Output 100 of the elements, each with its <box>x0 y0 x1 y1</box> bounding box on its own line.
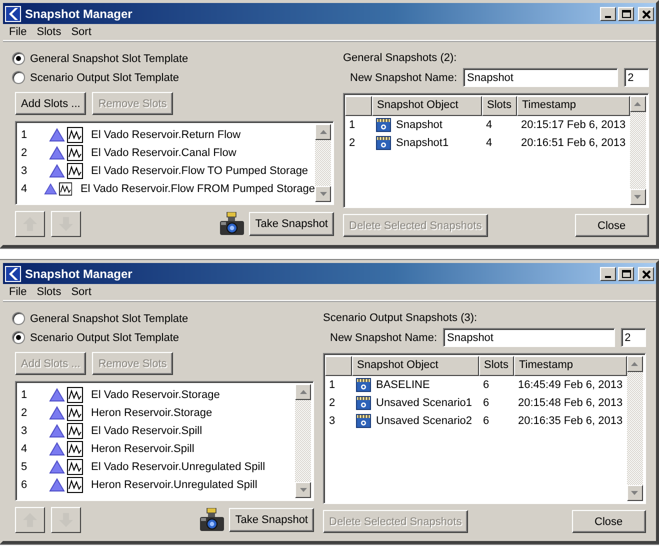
snapshot-icon <box>356 396 371 410</box>
snapshot-icon <box>356 378 371 392</box>
triangle-icon <box>49 424 65 438</box>
section-heading: General Snapshots (2): <box>343 51 458 66</box>
scrollbar[interactable] <box>626 356 643 501</box>
table-cell-text: 20:15:17 Feb 6, 2013 <box>520 119 627 131</box>
triangle-icon <box>49 478 65 492</box>
row-number: 6 <box>20 479 28 491</box>
waveform-icon <box>67 405 83 421</box>
waveform-icon <box>67 145 83 161</box>
maximize-icon[interactable] <box>620 268 632 280</box>
scroll-down-icon <box>631 491 638 495</box>
radio-button[interactable] <box>12 71 25 84</box>
slot-name[interactable]: El Vado Reservoir.Return Flow <box>91 129 241 141</box>
field-label: New Snapshot Name: <box>330 332 437 344</box>
waveform-icon <box>67 127 83 143</box>
menu-item[interactable]: Sort <box>67 286 98 298</box>
close-button[interactable]: Close <box>572 510 646 533</box>
row-number: 1 <box>348 119 356 131</box>
triangle-icon <box>44 182 58 196</box>
row-number: 3 <box>328 415 336 427</box>
scroll-down-icon <box>320 192 326 196</box>
menu-item[interactable]: File <box>5 286 33 298</box>
add-slots-button[interactable]: Add Slots ... <box>15 92 86 115</box>
table-cell: Unsaved Scenario2 <box>376 415 472 427</box>
window-title: Snapshot Manager <box>25 266 134 280</box>
triangle-icon <box>49 388 65 402</box>
radio-label[interactable]: General Snapshot Slot Template <box>30 52 188 64</box>
slot-name[interactable]: El Vado Reservoir.Canal Flow <box>91 147 236 159</box>
radio-label[interactable]: General Snapshot Slot Template <box>30 312 188 324</box>
slot-name[interactable]: El Vado Reservoir.Flow TO Pumped Storage <box>91 165 308 177</box>
column-header[interactable]: Snapshot Object <box>352 356 479 376</box>
close-icon[interactable] <box>640 8 652 20</box>
triangle-icon <box>49 406 65 420</box>
radio-label[interactable]: Scenario Output Slot Template <box>30 332 179 344</box>
menu-item[interactable]: Slots <box>32 286 68 298</box>
radio-button[interactable] <box>12 312 25 325</box>
snapshot-icon <box>376 118 391 132</box>
maximize-icon[interactable] <box>620 8 632 20</box>
slot-name[interactable]: El Vado Reservoir.Unregulated Spill <box>91 461 266 473</box>
triangle-icon <box>49 146 65 160</box>
table-cell-text: 6 <box>482 415 490 427</box>
slot-name[interactable]: Heron Reservoir.Storage <box>91 407 212 419</box>
menu-item[interactable]: Slots <box>32 26 68 38</box>
scroll-down-icon <box>300 488 306 492</box>
slot-name[interactable]: Heron Reservoir.Spill <box>91 443 194 455</box>
scroll-up-icon <box>634 102 642 106</box>
window-title: Snapshot Manager <box>25 6 134 20</box>
menu-item[interactable]: Sort <box>67 26 98 38</box>
row-number: 1 <box>20 129 28 141</box>
scrollbar[interactable] <box>295 384 311 498</box>
counter-field[interactable]: 2 <box>624 68 649 87</box>
column-header[interactable]: Snapshot Object <box>372 96 482 116</box>
snapshot-name-field[interactable]: Snapshot <box>443 328 615 347</box>
row-number: 2 <box>20 147 28 159</box>
column-header[interactable]: Timestamp <box>517 96 630 116</box>
take-snapshot-button[interactable]: Take Snapshot <box>229 508 314 532</box>
radio-button[interactable] <box>12 331 25 344</box>
column-header[interactable]: Timestamp <box>514 356 627 376</box>
waveform-icon <box>67 423 83 439</box>
triangle-icon <box>49 442 65 456</box>
scroll-up-icon <box>631 362 638 366</box>
row-number: 1 <box>20 389 28 401</box>
triangle-icon <box>49 164 65 178</box>
slot-name[interactable]: El Vado Reservoir.Flow FROM Pumped Storage <box>80 183 316 195</box>
table-cell: Snapshot1 <box>396 137 449 149</box>
row-number: 5 <box>20 461 28 473</box>
column-header[interactable]: Slots <box>482 96 517 116</box>
counter-field[interactable]: 2 <box>620 328 646 347</box>
row-number: 2 <box>20 407 28 419</box>
slot-name[interactable]: El Vado Reservoir.Storage <box>91 389 220 401</box>
snapshot-icon <box>356 414 371 428</box>
row-number: 4 <box>20 443 28 455</box>
table-cell: BASELINE <box>376 379 430 391</box>
slot-name[interactable]: El Vado Reservoir.Spill <box>91 425 202 437</box>
table-cell-text: 20:15:48 Feb 6, 2013 <box>517 397 624 409</box>
slot-name[interactable]: Heron Reservoir.Unregulated Spill <box>91 479 258 491</box>
table-cell-text: 6 <box>482 397 490 409</box>
table-cell-text: 20:16:35 Feb 6, 2013 <box>517 415 624 427</box>
close-button[interactable]: Close <box>574 214 649 237</box>
menu-item[interactable]: File <box>5 26 33 38</box>
section-heading: Scenario Output Snapshots (3): <box>323 311 478 326</box>
radio-label[interactable]: Scenario Output Slot Template <box>30 72 179 84</box>
waveform-icon <box>67 477 83 493</box>
take-snapshot-button[interactable]: Take Snapshot <box>249 212 334 236</box>
waveform-icon <box>67 459 83 475</box>
column-header[interactable]: Slots <box>479 356 514 376</box>
row-number: 3 <box>20 165 28 177</box>
scrollbar[interactable] <box>315 124 331 202</box>
close-icon[interactable] <box>640 268 652 280</box>
waveform-icon <box>67 441 83 457</box>
row-number: 2 <box>348 137 356 149</box>
radio-button[interactable] <box>12 52 25 65</box>
row-number: 4 <box>20 183 28 195</box>
waveform-icon <box>59 181 72 197</box>
row-number: 3 <box>20 425 28 437</box>
app-logo-icon <box>5 266 21 282</box>
table-cell-text: 16:45:49 Feb 6, 2013 <box>517 379 624 391</box>
snapshot-name-field[interactable]: Snapshot <box>463 68 618 87</box>
scrollbar[interactable] <box>630 96 646 205</box>
